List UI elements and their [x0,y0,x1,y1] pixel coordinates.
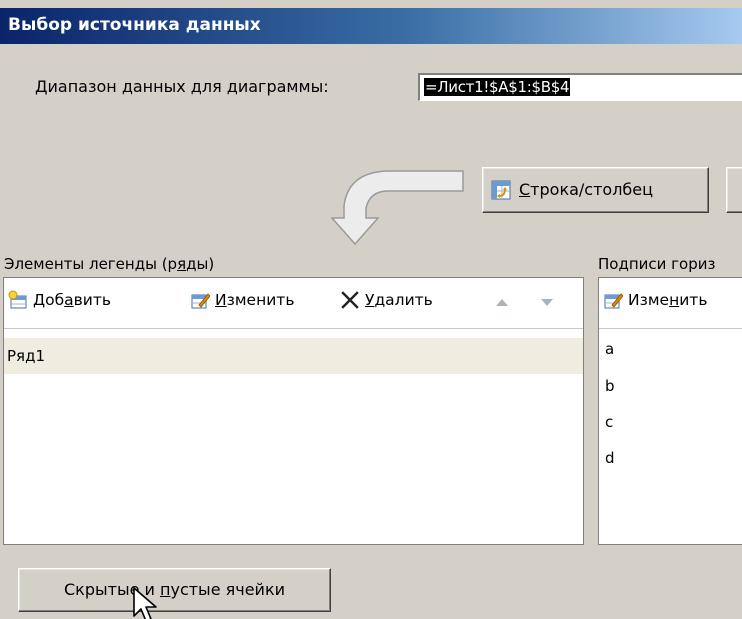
data-range-label: Диапазон данных для диаграммы: [35,77,329,96]
data-range-label-text: иапазон данных для диаграммы: [47,77,329,96]
axis-toolbar: Изменить [599,278,742,328]
data-range-value: =Лист1!$A$1:$B$4 [424,78,571,96]
legend-label-part1: Элементы легенды (р [4,255,178,273]
move-down-icon[interactable] [539,296,555,308]
data-range-label-accel: Д [35,77,48,96]
dialog-title: Выбор источника данных [8,15,261,35]
toolbar-separator [599,328,742,329]
title-bar[interactable]: Выбор источника данных [0,8,742,44]
edit-icon [191,293,210,309]
axis-item: b [605,377,615,395]
axis-edit-pre: Изме [628,291,670,309]
legend-entries-panel: Добавить Изменить Удалить Ряд1 [3,277,584,545]
edit-axis-labels-button[interactable]: Изменить [603,290,707,310]
switch-row-column-icon [491,180,511,200]
axis-item: a [605,340,615,358]
switch-row-column-button[interactable]: Строка/столбец [482,167,709,213]
add-pre: Доб [33,291,65,309]
delete-series-label: Удалить [365,291,433,309]
delete-x-icon [341,291,359,309]
edit-accel: И [215,291,227,309]
partial-button[interactable] [726,167,742,213]
add-series-button[interactable]: Добавить [8,290,111,310]
select-data-source-dialog: Выбор источника данных Диапазон данных д… [0,0,742,619]
add-series-label: Добавить [33,291,111,309]
toolbar-separator [4,328,583,329]
switch-arrow-graphic [330,170,464,246]
switch-accel: С [519,180,531,199]
legend-toolbar: Добавить Изменить Удалить [4,278,583,328]
axis-item: d [605,449,615,467]
edit-post: зменить [226,291,295,309]
axis-item: c [605,413,614,431]
axis-edit-post: ить [679,291,708,309]
hidden-empty-cells-label: Скрытые и пустые ячейки [19,580,330,599]
add-post: вить [73,291,112,309]
list-item-series-1[interactable]: Ряд1 [4,338,583,374]
data-range-input[interactable]: =Лист1!$A$1:$B$4 [418,73,742,101]
switch-row-column-label: Строка/столбец [519,180,653,199]
delete-post: далить [374,291,433,309]
edit-icon [604,293,623,309]
edit-axis-label: Изменить [628,291,707,309]
axis-edit-accel: н [669,291,680,309]
hidden-post: устые ячейки [170,580,285,599]
switch-label-rest: трока/столбец [530,180,654,199]
edit-series-button[interactable]: Изменить [190,290,294,310]
mouse-cursor-icon [133,587,157,619]
add-icon [8,290,27,309]
legend-label-accel: я [177,255,187,273]
add-accel: а [64,291,74,309]
legend-entries-label: Элементы легенды (ряды) [4,255,214,273]
axis-labels-panel: Изменить a b c d [598,277,742,545]
axis-labels-label: Подписи гориз [598,255,716,273]
legend-label-part2: ды) [186,255,215,273]
delete-series-button[interactable]: Удалить [340,290,433,310]
hidden-empty-cells-button[interactable]: Скрытые и пустые ячейки [18,568,331,612]
edit-series-label: Изменить [215,291,294,309]
move-up-icon[interactable] [494,296,510,308]
